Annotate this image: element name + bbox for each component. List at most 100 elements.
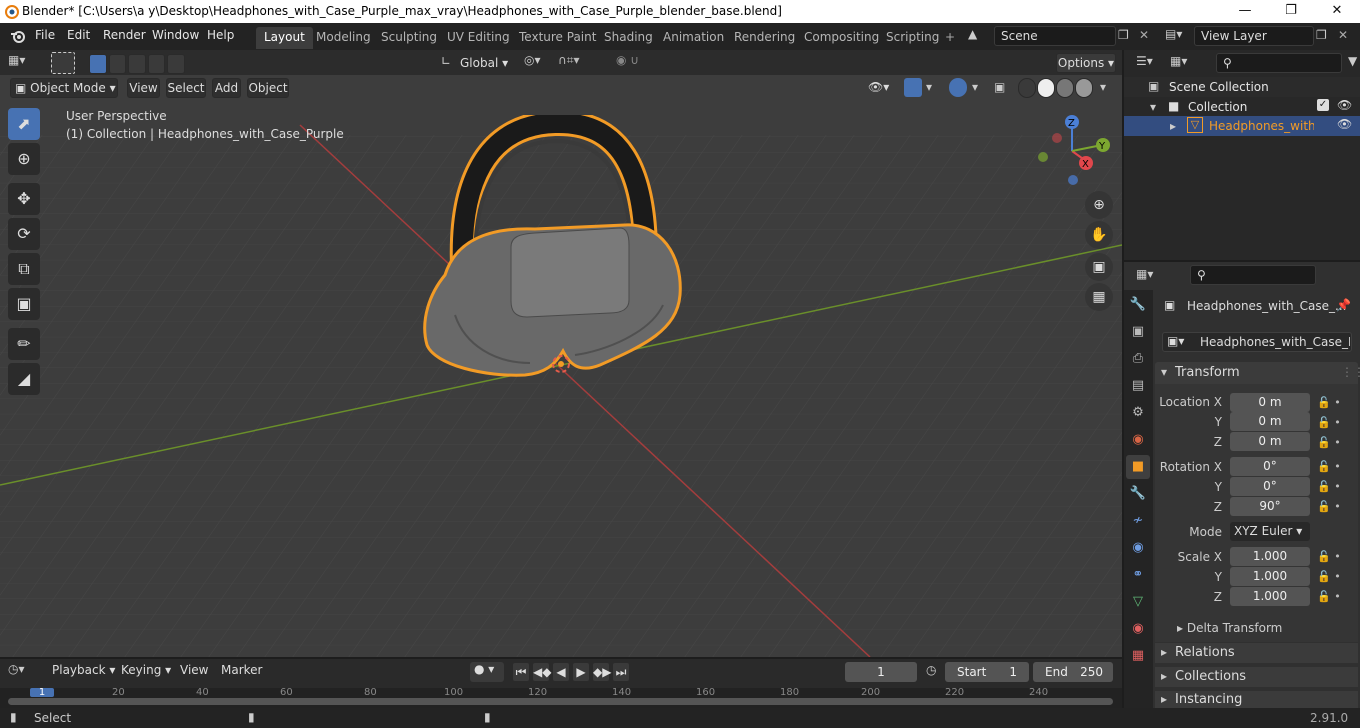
prev-keyframe-icon[interactable]: ◀◆ <box>532 662 551 682</box>
minimize-button[interactable]: — <box>1222 0 1268 23</box>
properties-search-input[interactable]: ⚲ <box>1190 265 1316 285</box>
scale-lock-icons[interactable]: 🔓 • 🔓 • 🔓 • <box>1317 547 1341 607</box>
move-tool-icon[interactable]: ✥ <box>8 183 40 215</box>
outliner-filter-icon[interactable]: ▼ <box>1348 54 1357 68</box>
rendered-shading-icon[interactable] <box>1075 78 1093 98</box>
object-visibility-eye-icon[interactable]: 👁 <box>1337 117 1352 131</box>
select-subtract-icon[interactable] <box>128 54 146 74</box>
play-reverse-icon[interactable]: ◀ <box>552 662 570 682</box>
menu-view[interactable]: View <box>127 78 160 98</box>
physics-properties-icon[interactable]: ◉ <box>1126 536 1150 560</box>
timeline-scrollbar[interactable] <box>8 698 1113 705</box>
outliner-search-input[interactable]: ⚲ <box>1216 53 1342 73</box>
add-workspace-icon[interactable]: + <box>945 30 955 44</box>
menu-marker[interactable]: Marker <box>221 663 262 677</box>
scene-name-field[interactable]: Scene <box>994 26 1116 46</box>
menu-help[interactable]: Help <box>207 28 234 42</box>
tab-scripting[interactable]: Scripting <box>878 27 947 49</box>
instancing-panel-header[interactable]: ▸ Instancing <box>1155 691 1358 708</box>
playhead-label[interactable]: 1 <box>30 688 54 698</box>
close-button[interactable]: ✕ <box>1314 0 1360 23</box>
material-shading-icon[interactable] <box>1056 78 1074 98</box>
rotation-x-field[interactable]: 0° <box>1230 457 1310 476</box>
menu-render[interactable]: Render <box>103 28 146 42</box>
mode-select[interactable]: ▣ Object Mode ▾ <box>10 78 118 98</box>
timeline-ruler[interactable]: 1 20 40 60 80 100 120 140 160 180 200 22… <box>0 688 1122 709</box>
tab-rendering[interactable]: Rendering <box>726 27 803 49</box>
tab-sculpting[interactable]: Sculpting <box>373 27 445 49</box>
output-properties-icon[interactable]: ⎙ <box>1126 347 1150 371</box>
headphones-object[interactable] <box>415 115 695 390</box>
expand-arrow-icon[interactable]: ▾ <box>1150 100 1156 114</box>
outliner-editor-type-icon[interactable]: ☰▾ <box>1136 54 1168 68</box>
view-layer-field[interactable]: View Layer <box>1194 26 1314 46</box>
pin-icon[interactable]: 📌 <box>1336 298 1351 312</box>
menu-window[interactable]: Window <box>152 28 199 42</box>
tab-compositing[interactable]: Compositing <box>796 27 887 49</box>
blender-menu-icon[interactable] <box>9 28 27 44</box>
scale-z-field[interactable]: 1.000 <box>1230 587 1310 606</box>
collections-panel-header[interactable]: ▸ Collections <box>1155 667 1358 687</box>
select-tool-icon[interactable]: ⬈ <box>8 108 40 140</box>
navigation-gizmo[interactable]: Z X Y <box>1032 113 1117 191</box>
outliner-row-object[interactable]: ▸ ▽ Headphones_with_Ca 👁 <box>1124 116 1360 136</box>
rotation-y-field[interactable]: 0° <box>1230 477 1310 496</box>
location-y-field[interactable]: 0 m <box>1230 412 1310 431</box>
timeline-editor-type-icon[interactable]: ◷▾ <box>8 662 40 676</box>
location-x-field[interactable]: 0 m <box>1230 393 1310 412</box>
modifier-properties-icon[interactable]: 🔧 <box>1126 482 1150 506</box>
properties-editor-type-icon[interactable]: ▦▾ <box>1136 267 1168 281</box>
particles-properties-icon[interactable]: ≁ <box>1126 509 1150 533</box>
play-icon[interactable]: ▶ <box>572 662 590 682</box>
tab-modeling[interactable]: Modeling <box>308 27 379 49</box>
menu-add[interactable]: Add <box>212 78 241 98</box>
transform-orientation-select[interactable]: Global ▾ <box>460 53 514 73</box>
jump-start-icon[interactable]: ⏮ <box>512 662 530 682</box>
annotate-tool-icon[interactable]: ✏ <box>8 328 40 360</box>
tab-texture-paint[interactable]: Texture Paint <box>511 27 604 49</box>
gizmo-dropdown-icon[interactable]: ▾ <box>926 80 932 94</box>
xray-toggle-icon[interactable]: ▣ <box>994 80 1005 94</box>
menu-keying[interactable]: Keying ▾ <box>121 663 171 677</box>
timeline-menu-view[interactable]: View <box>180 663 208 677</box>
zoom-icon[interactable]: ⊕ <box>1085 191 1113 219</box>
menu-edit[interactable]: Edit <box>67 28 90 42</box>
editor-type-icon[interactable]: ▦▾ <box>8 53 40 73</box>
pivot-point-icon[interactable]: ◎▾ <box>524 53 552 67</box>
select-intersect-icon[interactable] <box>167 54 185 74</box>
rotation-lock-icons[interactable]: 🔓 • 🔓 • 🔓 • <box>1317 457 1341 517</box>
pan-hand-icon[interactable]: ✋ <box>1085 221 1113 249</box>
new-scene-icon[interactable]: ❐ <box>1118 28 1129 42</box>
tool-properties-icon[interactable]: 🔧 <box>1126 293 1150 317</box>
scale-tool-icon[interactable]: ⧉ <box>8 253 40 285</box>
select-difference-icon[interactable] <box>147 54 166 74</box>
solid-shading-icon[interactable] <box>1037 78 1055 98</box>
next-keyframe-icon[interactable]: ◆▶ <box>592 662 611 682</box>
rotation-mode-select[interactable]: XYZ Euler ▾ <box>1230 522 1310 541</box>
collection-checkbox[interactable]: ✓ <box>1317 99 1329 111</box>
scale-y-field[interactable]: 1.000 <box>1230 567 1310 586</box>
select-new-icon[interactable] <box>89 54 107 74</box>
select-box-tool-icon[interactable] <box>51 52 75 74</box>
jump-end-icon[interactable]: ⏭ <box>612 662 630 682</box>
tab-layout[interactable]: Layout <box>256 27 313 49</box>
tab-animation[interactable]: Animation <box>655 27 732 49</box>
drag-handle-icon[interactable]: ⋮⋮ <box>1341 365 1360 379</box>
tab-uv-editing[interactable]: UV Editing <box>439 27 518 49</box>
data-properties-icon[interactable]: ▽ <box>1126 590 1150 614</box>
scale-x-field[interactable]: 1.000 <box>1230 547 1310 566</box>
snapping-icon[interactable]: ∩⌗▾ <box>558 53 608 68</box>
delete-view-layer-icon[interactable]: ✕ <box>1338 28 1348 42</box>
proportional-editing-icon[interactable]: ◉ ∪ <box>616 53 666 67</box>
texture-properties-icon[interactable]: ▦ <box>1126 644 1150 668</box>
view-layer-properties-icon[interactable]: ▤ <box>1126 374 1150 398</box>
material-properties-icon[interactable]: ◉ <box>1126 617 1150 641</box>
expand-arrow-icon[interactable]: ▸ <box>1170 119 1176 133</box>
wireframe-shading-icon[interactable] <box>1018 78 1036 98</box>
data-block-selector[interactable]: ▣▾ Headphones_with_Case_Pur... <box>1162 332 1352 352</box>
scene-properties-icon[interactable]: ⚙ <box>1126 401 1150 425</box>
relations-panel-header[interactable]: ▸ Relations <box>1155 643 1358 663</box>
location-z-field[interactable]: 0 m <box>1230 432 1310 451</box>
select-extend-icon[interactable] <box>108 54 127 74</box>
overlays-toggle-icon[interactable] <box>949 78 967 97</box>
